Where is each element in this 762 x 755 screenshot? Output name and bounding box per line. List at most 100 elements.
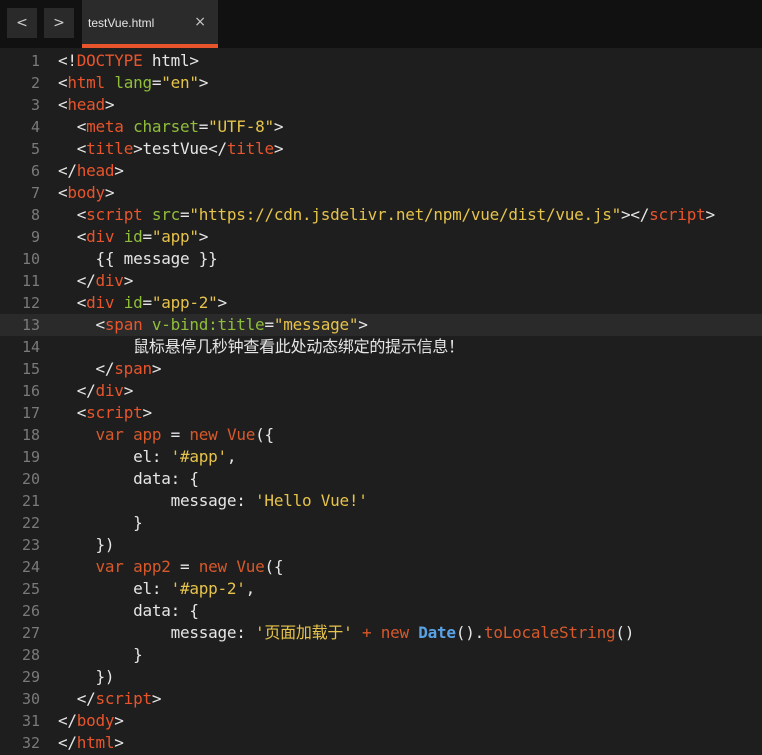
- code-line[interactable]: {{ message }}: [58, 248, 218, 270]
- line-number: 26: [21, 602, 40, 620]
- code-token: <: [58, 117, 87, 136]
- code-token: app2: [133, 557, 171, 576]
- code-token: <: [58, 183, 68, 202]
- line-number: 32: [21, 734, 40, 752]
- line-number: 19: [21, 448, 40, 466]
- code-line[interactable]: <meta charset="UTF-8">: [58, 116, 284, 138]
- code-line[interactable]: <body>: [58, 182, 115, 204]
- code-token: id: [123, 293, 143, 312]
- code-token: </: [58, 161, 77, 180]
- code-line[interactable]: el: '#app-2',: [58, 578, 255, 600]
- line-number: 2: [30, 74, 40, 92]
- forward-button[interactable]: >: [44, 8, 74, 38]
- code-line[interactable]: </script>: [58, 688, 162, 710]
- code-line[interactable]: </body>: [58, 710, 124, 732]
- code-line[interactable]: </div>: [58, 380, 134, 402]
- code-line[interactable]: el: '#app',: [58, 446, 236, 468]
- code-token: el:: [58, 447, 171, 466]
- code-line[interactable]: data: {: [58, 468, 199, 490]
- line-number: 3: [30, 96, 40, 114]
- code-token: <: [58, 139, 87, 158]
- code-line[interactable]: var app2 = new Vue({: [58, 556, 284, 578]
- chevron-left-icon: <: [16, 15, 28, 31]
- line-number: 16: [21, 382, 40, 400]
- code-line[interactable]: </span>: [58, 358, 162, 380]
- code-token: >: [217, 293, 228, 312]
- code-line[interactable]: </head>: [58, 160, 124, 182]
- line-number: 27: [21, 624, 40, 642]
- code-token: Vue: [236, 557, 265, 576]
- code-token: title: [86, 139, 134, 158]
- line-number: 12: [21, 294, 40, 312]
- code-token: data: {: [58, 469, 199, 488]
- line-number: 20: [21, 470, 40, 488]
- file-tab[interactable]: testVue.html ×: [82, 0, 218, 48]
- code-token: body: [76, 711, 115, 730]
- code-line[interactable]: var app = new Vue({: [58, 424, 275, 446]
- code-token: <!: [58, 51, 77, 70]
- code-line[interactable]: message: 'Hello Vue!': [58, 490, 368, 512]
- code-line[interactable]: </html>: [58, 732, 124, 754]
- code-line[interactable]: <div id="app">: [58, 226, 209, 248]
- code-token: charset: [133, 117, 199, 136]
- code-token: <: [58, 227, 87, 246]
- code-line[interactable]: </div>: [58, 270, 134, 292]
- code-token: meta: [86, 117, 124, 136]
- chevron-right-icon: >: [53, 15, 65, 31]
- line-number: 15: [21, 360, 40, 378]
- code-line[interactable]: }): [58, 666, 115, 688]
- code-token: ({: [255, 425, 274, 444]
- code-line[interactable]: <script src="https://cdn.jsdelivr.net/np…: [58, 204, 715, 226]
- code-token: div: [86, 227, 115, 246]
- code-token: =: [180, 205, 190, 224]
- line-number: 30: [21, 690, 40, 708]
- code-token: '页面加载于': [255, 623, 353, 642]
- code-line[interactable]: data: {: [58, 600, 199, 622]
- code-token: >: [123, 271, 134, 290]
- code-line[interactable]: <title>testVue</title>: [58, 138, 284, 160]
- code-token: html>: [142, 51, 199, 70]
- code-token: ,: [245, 579, 256, 598]
- code-line[interactable]: <!DOCTYPE html>: [58, 50, 199, 72]
- code-token: =: [264, 315, 274, 334]
- code-line[interactable]: <span v-bind:title="message">: [58, 314, 368, 336]
- code-token: =: [170, 557, 199, 576]
- code-token: 鼠标悬停几秒钟查看此处动态绑定的提示信息！: [58, 337, 464, 356]
- code-line[interactable]: <script>: [58, 402, 152, 424]
- close-icon[interactable]: ×: [194, 14, 206, 30]
- code-line[interactable]: }): [58, 534, 115, 556]
- line-number: 11: [21, 272, 40, 290]
- code-editor[interactable]: 1 <!DOCTYPE html> 2 <html lang="en"> 3 <head>…: [0, 48, 762, 755]
- back-button[interactable]: <: [7, 8, 37, 38]
- code-line[interactable]: <html lang="en">: [58, 72, 208, 94]
- code-line[interactable]: }: [58, 644, 143, 666]
- code-token: >: [123, 381, 134, 400]
- code-token: =: [142, 293, 152, 312]
- code-token: >: [114, 161, 124, 180]
- code-token: <: [58, 95, 68, 114]
- code-token: >testVue</: [133, 139, 227, 158]
- code-line[interactable]: message: '页面加载于' + new Date().toLocaleSt…: [58, 622, 635, 644]
- code-token: id: [123, 227, 143, 246]
- tab-bar: < > testVue.html ×: [0, 0, 762, 48]
- code-token: script: [86, 403, 143, 422]
- code-token: script: [86, 205, 143, 224]
- code-line[interactable]: <div id="app-2">: [58, 292, 227, 314]
- code-token: "app": [151, 227, 199, 246]
- code-line[interactable]: <head>: [58, 94, 115, 116]
- code-token: "app-2": [151, 293, 218, 312]
- code-line[interactable]: }: [58, 512, 143, 534]
- code-token: }): [58, 667, 115, 686]
- line-number: 17: [21, 404, 40, 422]
- code-line[interactable]: 鼠标悬停几秒钟查看此处动态绑定的提示信息！: [58, 336, 464, 358]
- code-token: (): [615, 623, 635, 642]
- code-token: new: [198, 557, 227, 576]
- code-token: </: [58, 271, 96, 290]
